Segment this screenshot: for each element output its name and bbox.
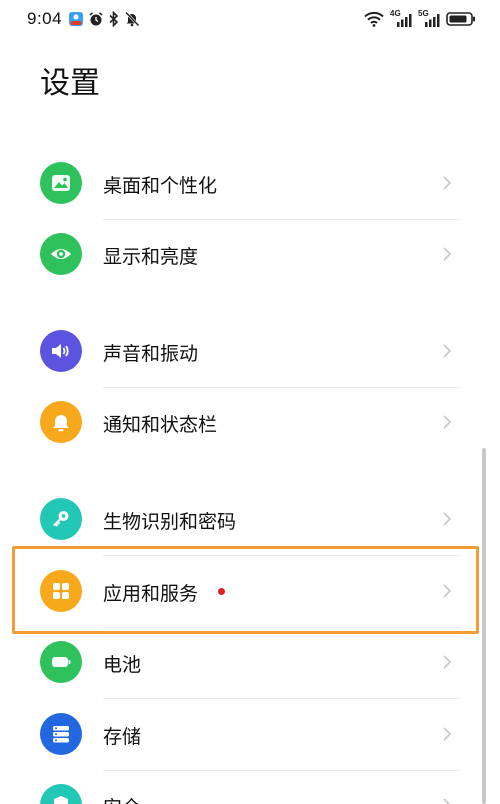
chevron-right-icon	[443, 655, 452, 669]
settings-item-storage[interactable]: 存储	[0, 699, 500, 769]
settings-item-sound-vibration[interactable]: 声音和振动	[0, 316, 500, 386]
settings-item-label: 显示和亮度	[103, 246, 199, 268]
chevron-right-icon	[443, 247, 452, 261]
chevron-right-icon	[443, 176, 452, 190]
key-icon	[40, 498, 82, 540]
settings-item-notifications-statusbar[interactable]: 通知和状态栏	[0, 387, 500, 457]
settings-list: 桌面和个性化 显示和亮度 声音和振动 通知和状态栏 生物识别和密码 应用和服务 …	[0, 0, 500, 804]
settings-item-label: 存储	[103, 726, 142, 748]
settings-item-label: 声音和振动	[103, 343, 199, 365]
settings-item-desktop-personalization[interactable]: 桌面和个性化	[0, 148, 500, 218]
chevron-right-icon	[443, 798, 451, 804]
settings-item-biometrics-password[interactable]: 生物识别和密码	[0, 484, 500, 554]
eye-icon	[40, 233, 82, 275]
settings-item-label: 安全	[103, 793, 141, 804]
speaker-icon	[40, 330, 82, 372]
chevron-right-icon	[443, 415, 452, 429]
scrollbar[interactable]	[482, 448, 486, 804]
settings-item-battery[interactable]: 电池	[0, 627, 500, 697]
settings-item-security[interactable]: 安全	[0, 770, 500, 804]
settings-item-display-brightness[interactable]: 显示和亮度	[0, 219, 500, 289]
settings-item-label: 生物识别和密码	[103, 511, 237, 533]
storage-icon	[40, 713, 82, 755]
settings-item-label: 桌面和个性化	[103, 175, 218, 197]
battery-icon	[40, 641, 82, 683]
image-icon	[40, 162, 82, 204]
shield-icon	[40, 784, 82, 804]
chevron-right-icon	[443, 512, 452, 526]
bell-icon	[40, 401, 82, 443]
highlight-box	[12, 546, 479, 634]
chevron-right-icon	[443, 727, 452, 741]
chevron-right-icon	[443, 344, 452, 358]
settings-item-label: 通知和状态栏	[103, 414, 218, 436]
settings-item-label: 电池	[103, 654, 142, 676]
